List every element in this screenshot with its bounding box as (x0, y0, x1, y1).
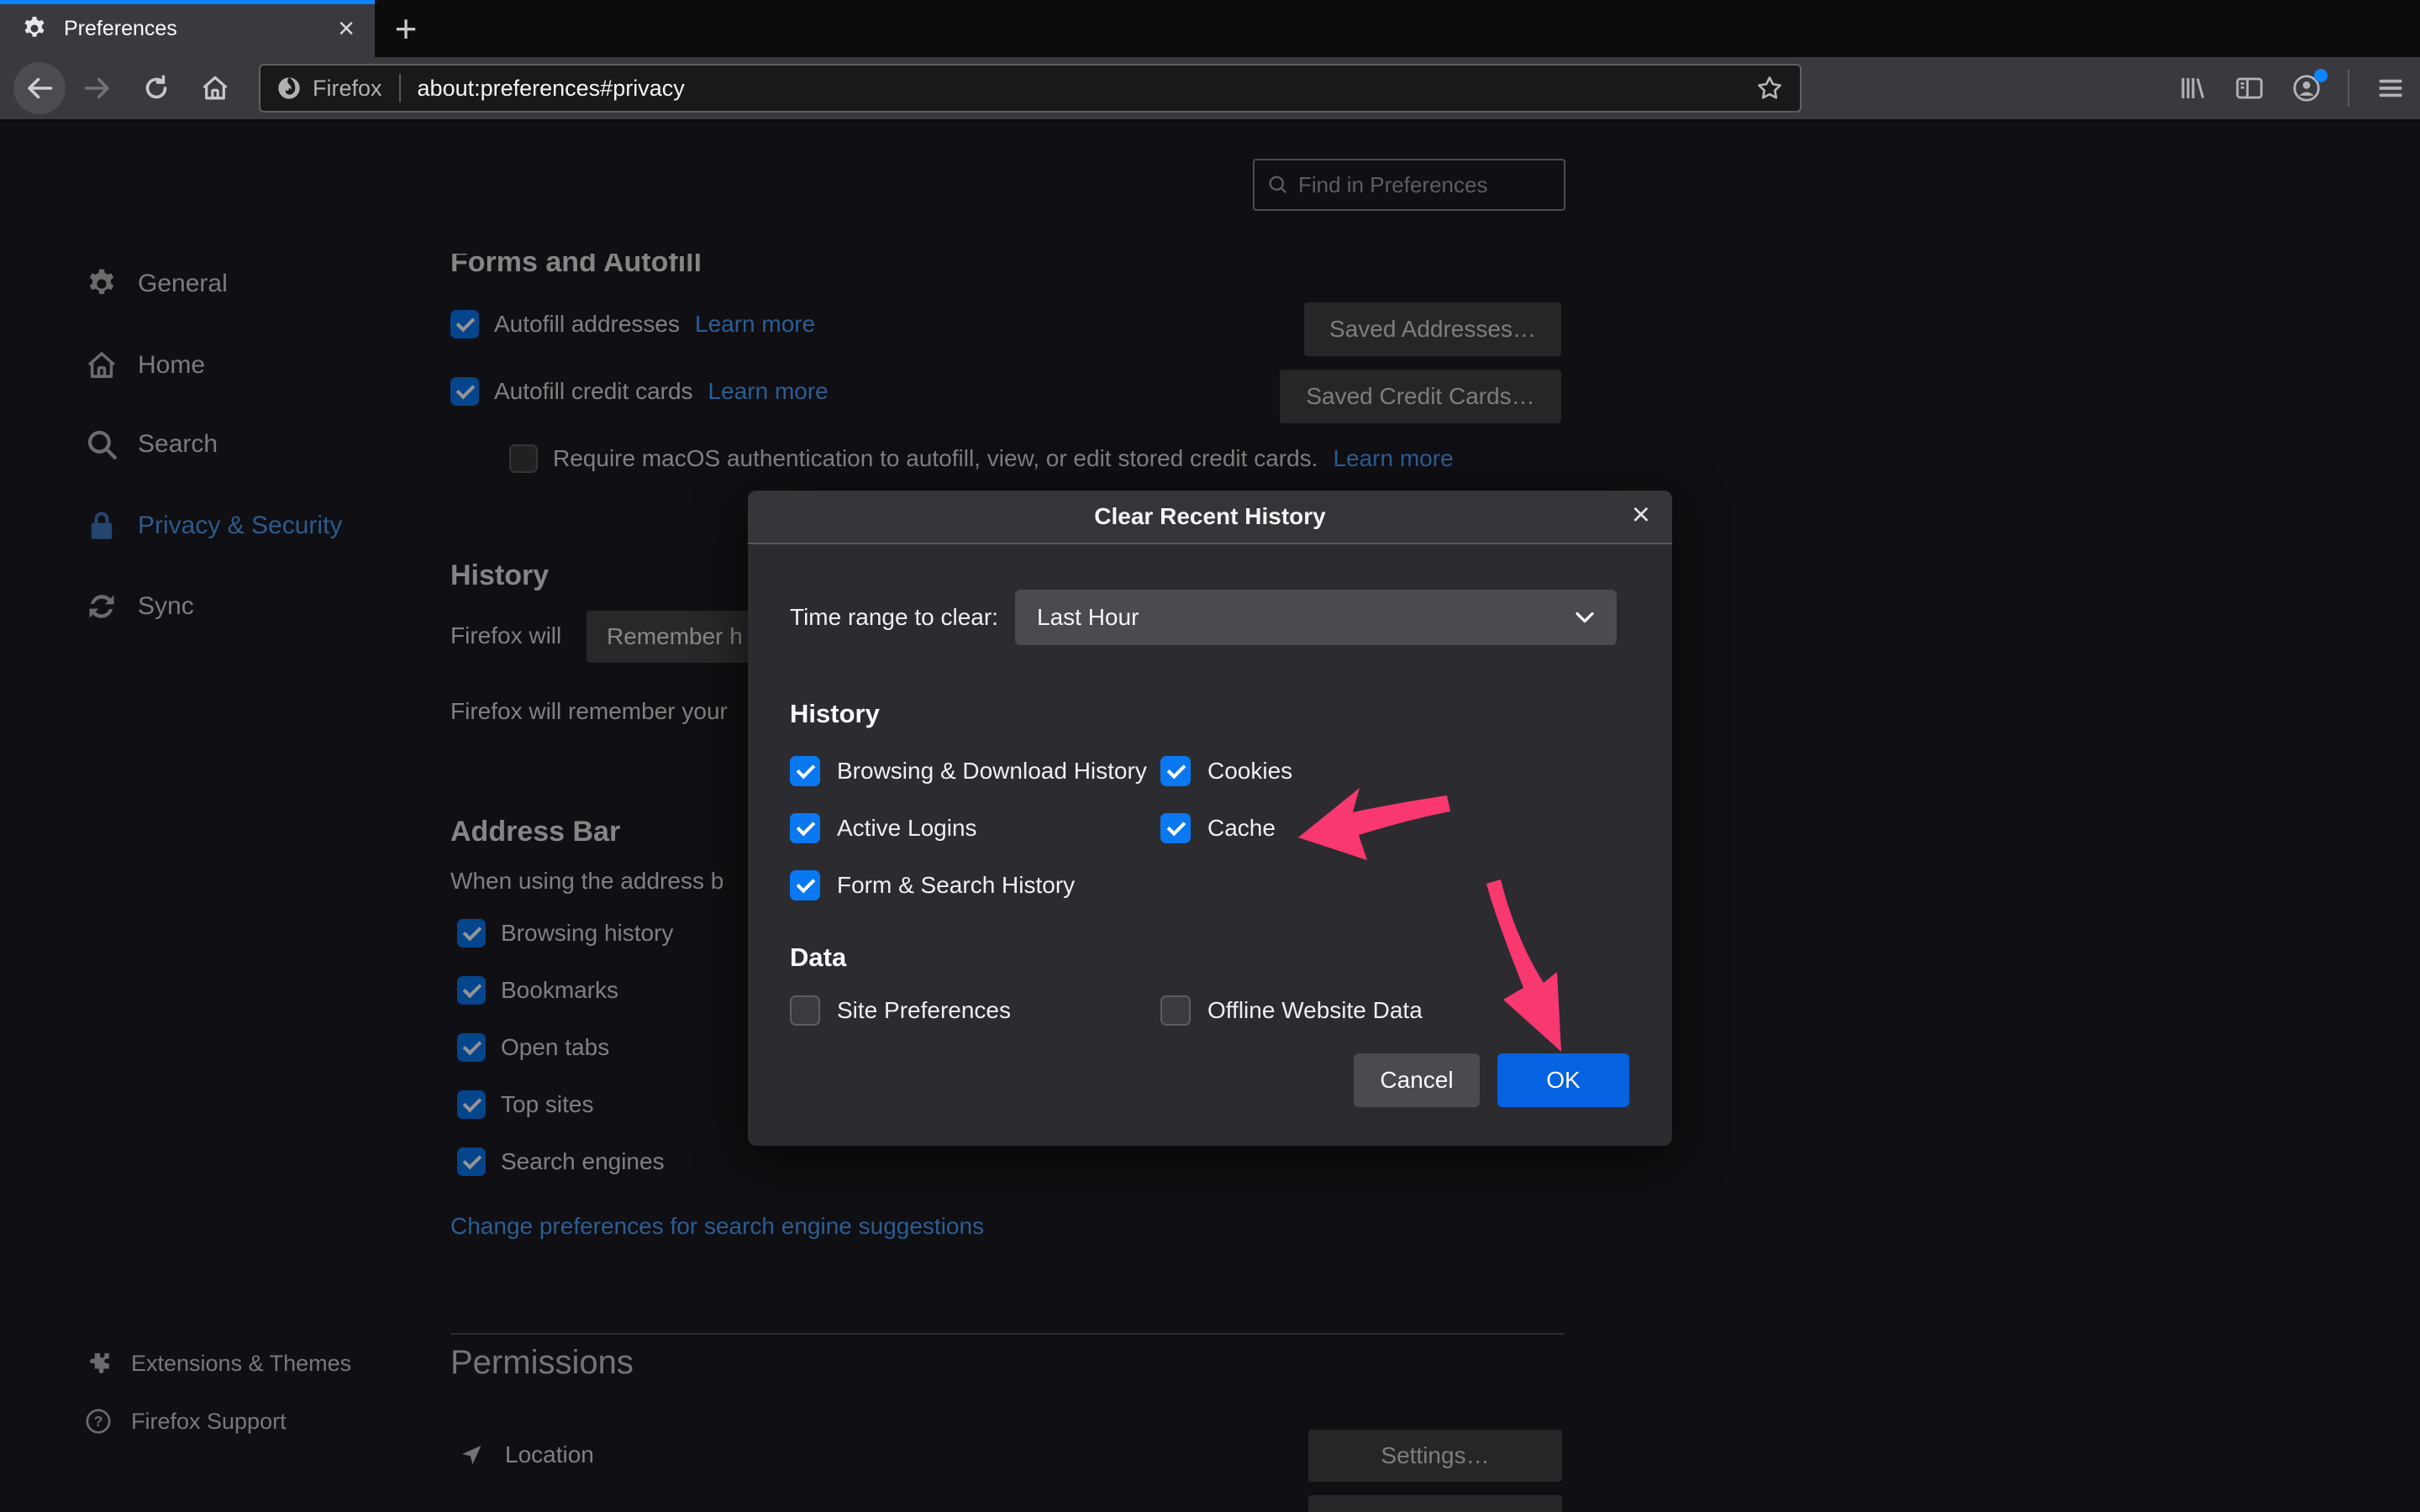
dialog-checkbox-label: Active Logins (837, 815, 977, 842)
tab-preferences[interactable]: Preferences × (0, 0, 375, 57)
menu-hamburger-icon[interactable] (2375, 72, 2407, 104)
time-range-value: Last Hour (1037, 604, 1139, 631)
tab-bar: Preferences × + (0, 0, 2420, 57)
cancel-button[interactable]: Cancel (1354, 1053, 1480, 1107)
gear-favicon-icon (20, 14, 49, 43)
tab-title: Preferences (64, 17, 177, 41)
dialog-checkbox-label: Browsing & Download History (837, 758, 1147, 785)
dialog-checkbox-label: Cache (1207, 815, 1276, 842)
url-bar[interactable]: Firefox about:preferences#privacy (259, 64, 1802, 113)
reload-button[interactable] (133, 73, 180, 103)
cache-checkbox[interactable] (1160, 813, 1191, 843)
dialog-checkbox-row: Form & Search History (790, 869, 1075, 902)
dialog-title: Clear Recent History (1094, 503, 1325, 530)
browsing-download-history-checkbox[interactable] (790, 756, 820, 786)
home-button[interactable] (192, 72, 239, 104)
url-text[interactable]: about:preferences#privacy (418, 76, 685, 102)
ok-button[interactable]: OK (1497, 1053, 1629, 1107)
forward-button[interactable] (74, 73, 121, 103)
cookies-checkbox[interactable] (1160, 756, 1191, 786)
navigation-toolbar: Firefox about:preferences#privacy (0, 57, 2420, 121)
time-range-select[interactable]: Last Hour (1015, 590, 1617, 645)
dialog-close-icon[interactable]: × (1632, 497, 1650, 533)
site-identity-label: Firefox (313, 76, 382, 102)
form-search-history-checkbox[interactable] (790, 870, 820, 900)
dialog-checkbox-row: Browsing & Download History (790, 754, 1147, 788)
dialog-data-heading: Data (790, 942, 846, 973)
dialog-checkbox-label: Cookies (1207, 758, 1292, 785)
account-notification-dot (2314, 69, 2328, 82)
sidebar-toggle-icon[interactable] (2233, 72, 2265, 104)
dialog-checkbox-row: Cache (1160, 811, 1276, 845)
time-range-label: Time range to clear: (790, 604, 998, 631)
chevron-down-icon (1575, 611, 1595, 624)
clear-recent-history-dialog: Clear Recent History × Time range to cle… (748, 491, 1672, 1146)
offline-website-data-checkbox[interactable] (1160, 995, 1191, 1026)
dialog-header: Clear Recent History × (748, 491, 1672, 544)
dialog-history-heading: History (790, 699, 880, 729)
library-icon[interactable] (2178, 73, 2208, 103)
dialog-checkbox-row: Cookies (1160, 754, 1292, 788)
back-button[interactable] (13, 62, 66, 114)
bookmark-star-icon[interactable] (1754, 73, 1785, 103)
dialog-checkbox-label: Site Preferences (837, 997, 1011, 1024)
toolbar-separator (2348, 70, 2349, 107)
site-preferences-checkbox[interactable] (790, 995, 820, 1026)
firefox-logo-icon (276, 75, 302, 102)
toolbar-right-icons (2178, 70, 2407, 107)
account-icon[interactable] (2291, 72, 2323, 104)
tab-close-icon[interactable]: × (338, 14, 355, 43)
dialog-checkbox-label: Offline Website Data (1207, 997, 1423, 1024)
site-identity-chip[interactable]: Firefox (276, 75, 382, 102)
browser-window: Preferences × + Firefox about:preference… (0, 0, 2420, 1512)
new-tab-button[interactable]: + (375, 0, 437, 57)
dialog-checkbox-row: Active Logins (790, 811, 977, 845)
dialog-checkbox-row: Offline Website Data (1160, 994, 1423, 1027)
dialog-checkbox-row: Site Preferences (790, 994, 1011, 1027)
preferences-content: General Home Search Privacy & Security S… (0, 121, 2420, 1512)
urlbar-divider (399, 74, 401, 102)
dialog-checkbox-label: Form & Search History (837, 872, 1075, 899)
active-logins-checkbox[interactable] (790, 813, 820, 843)
